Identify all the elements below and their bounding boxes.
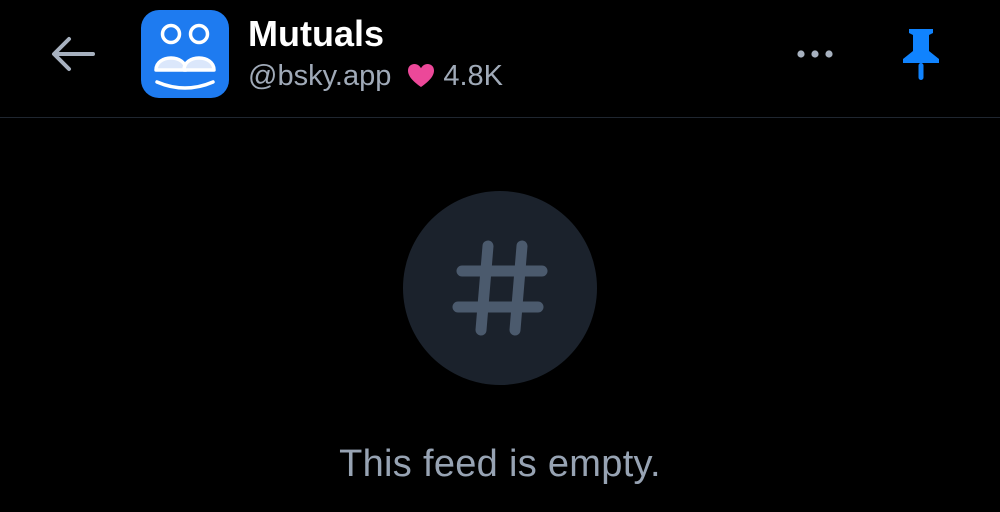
pin-icon (903, 29, 939, 80)
more-options-button[interactable] (786, 32, 844, 76)
like-count: 4.8K (443, 59, 504, 92)
arrow-left-icon (52, 37, 95, 71)
feed-avatar[interactable] (141, 10, 229, 98)
feed-title: Mutuals (248, 13, 385, 54)
feed-creator-handle[interactable]: @bsky.app (248, 60, 391, 93)
feed-header: Mutuals @bsky.app 4.8K (0, 0, 1000, 118)
heart-icon (408, 64, 435, 87)
pin-feed-button[interactable] (888, 24, 954, 84)
hashtag-icon (452, 240, 548, 336)
mutuals-feed-avatar-icon (141, 10, 229, 98)
empty-feed-icon-badge (403, 191, 597, 385)
ellipsis-icon (797, 50, 833, 58)
feed-meta: @bsky.app 4.8K (248, 56, 503, 96)
empty-feed-message: This feed is empty. (339, 443, 661, 485)
back-button[interactable] (40, 26, 106, 82)
